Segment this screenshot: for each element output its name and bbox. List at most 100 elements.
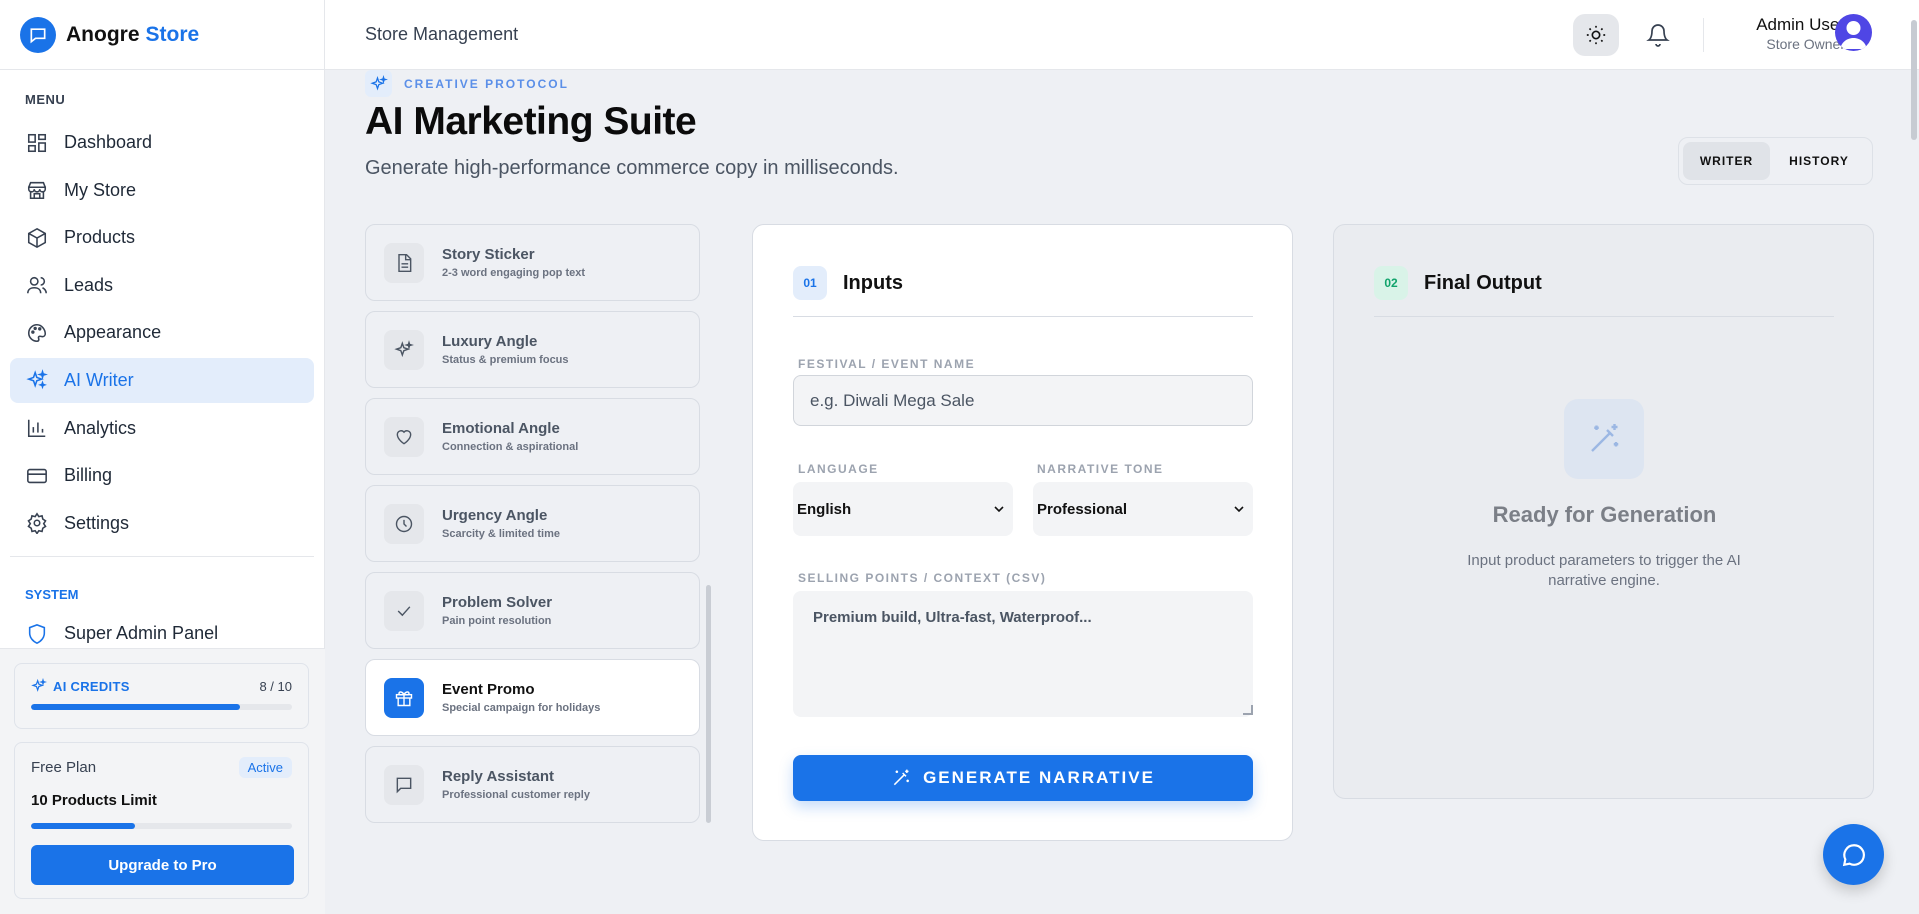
dashboard-icon (27, 133, 47, 152)
language-value: English (797, 500, 852, 518)
sidebar-item-label: Super Admin Panel (64, 623, 219, 643)
credit-card-icon (27, 468, 47, 483)
sidebar-item-label: Appearance (64, 322, 162, 343)
ai-credits-progress (31, 704, 292, 710)
magic-wand-icon (1564, 399, 1644, 479)
bell-icon (1646, 24, 1670, 47)
type-title: Luxury Angle (442, 333, 538, 350)
generate-button[interactable]: GENERATE NARRATIVE (793, 755, 1253, 801)
plan-limit: 10 Products Limit (31, 792, 157, 809)
empty-state-subtitle: Input product parameters to trigger the … (1467, 552, 1741, 589)
event-name-input[interactable] (793, 375, 1253, 426)
type-card-emotional-angle[interactable]: Emotional Angle Connection & aspirational (365, 398, 700, 475)
tone-select[interactable]: Professional (1033, 482, 1253, 536)
chevron-down-icon (1234, 506, 1244, 513)
type-list-scrollbar[interactable] (706, 585, 711, 823)
type-subtitle: Professional customer reply (442, 789, 590, 801)
eyebrow-text: CREATIVE PROTOCOL (404, 76, 569, 91)
sidebar-item-settings[interactable]: Settings (10, 501, 314, 546)
sidebar-item-label: Dashboard (64, 132, 153, 152)
type-card-story-sticker[interactable]: Story Sticker 2-3 word engaging pop text (365, 224, 700, 301)
view-tabs: WRITER HISTORY (1678, 137, 1873, 185)
user-name[interactable]: Admin User (1725, 15, 1845, 35)
ai-credits-progress-fill (31, 704, 240, 710)
tone-label: NARRATIVE TONE (1037, 462, 1164, 476)
type-title: Problem Solver (442, 594, 553, 611)
type-card-luxury-angle[interactable]: Luxury Angle Status & premium focus (365, 311, 700, 388)
page-subtitle: Generate high-performance commerce copy … (365, 157, 899, 179)
sidebar-item-appearance[interactable]: Appearance (10, 310, 314, 355)
sidebar-item-billing[interactable]: Billing (10, 453, 314, 498)
copy-type-list: Story Sticker 2-3 word engaging pop text … (365, 224, 700, 833)
menu-section-label: MENU (25, 92, 66, 107)
tab-writer[interactable]: WRITER (1683, 142, 1770, 180)
textarea-resize-handle[interactable] (1243, 705, 1253, 715)
tab-history[interactable]: HISTORY (1770, 142, 1868, 180)
sidebar-nav: Dashboard My Store Products Leads Appear… (10, 120, 314, 548)
context-textarea[interactable] (793, 591, 1253, 717)
brand[interactable]: Anogre Store (0, 0, 324, 70)
sidebar-divider (10, 556, 314, 557)
output-panel-header: 02 Final Output (1374, 266, 1834, 317)
sidebar-item-products[interactable]: Products (10, 215, 314, 260)
tone-value: Professional (1037, 500, 1128, 518)
type-subtitle: Special campaign for holidays (442, 702, 601, 714)
type-card-reply-assistant[interactable]: Reply Assistant Professional customer rep… (365, 746, 700, 823)
sidebar-item-my-store[interactable]: My Store (10, 168, 314, 213)
chat-icon (1842, 843, 1865, 866)
gift-icon (384, 677, 424, 718)
plan-usage-progress-fill (31, 823, 136, 829)
clock-icon (384, 503, 424, 544)
chevron-down-icon (994, 506, 1004, 513)
sidebar-item-ai-writer[interactable]: AI Writer (10, 357, 314, 403)
notifications-button[interactable] (1637, 14, 1679, 56)
shield-icon (28, 623, 46, 644)
sidebar-item-analytics[interactable]: Analytics (10, 406, 314, 451)
inputs-title: Inputs (843, 272, 903, 294)
type-card-problem-solver[interactable]: Problem Solver Pain point resolution (365, 572, 700, 649)
type-title: Urgency Angle (442, 507, 548, 524)
bar-chart-icon (27, 419, 46, 438)
type-title: Reply Assistant (442, 768, 554, 785)
type-title: Emotional Angle (442, 420, 560, 437)
ai-credits-title: AI CREDITS (31, 678, 130, 694)
sparkles-icon (365, 70, 392, 97)
type-subtitle: Connection & aspirational (442, 441, 579, 453)
chat-support-button[interactable] (1823, 824, 1884, 885)
user-role: Store Owner (1766, 36, 1845, 52)
plan-usage-progress (31, 823, 292, 829)
avatar[interactable] (1835, 14, 1872, 51)
sun-icon (1586, 25, 1606, 45)
type-subtitle: Scarcity & limited time (442, 528, 560, 540)
chat-logo-icon (20, 16, 56, 53)
sidebar-item-label: Billing (64, 465, 113, 486)
type-subtitle: Pain point resolution (442, 615, 552, 627)
sidebar-item-leads[interactable]: Leads (10, 263, 314, 308)
output-title: Final Output (1424, 272, 1542, 294)
plan-card: Free Plan Active 10 Products Limit Upgra… (14, 742, 309, 899)
sidebar: Anogre Store MENU Dashboard My Store Pro… (0, 0, 325, 914)
sidebar-item-label: My Store (64, 179, 137, 200)
page-scrollbar[interactable] (1911, 20, 1917, 140)
sidebar-item-label: Products (64, 227, 136, 248)
palette-icon (28, 323, 47, 342)
type-title: Story Sticker (442, 246, 535, 263)
plan-status-badge: Active (238, 757, 292, 778)
header-divider (1703, 18, 1704, 52)
language-select[interactable]: English (793, 482, 1013, 536)
event-name-label: FESTIVAL / EVENT NAME (798, 357, 976, 371)
top-header: Store Management Admin User Store Owner (325, 0, 1919, 70)
store-icon (27, 181, 47, 200)
sidebar-item-dashboard[interactable]: Dashboard (10, 120, 314, 165)
type-subtitle: 2-3 word engaging pop text (442, 267, 586, 279)
upgrade-button[interactable]: Upgrade to Pro (31, 845, 294, 885)
sparkles-icon (26, 369, 48, 390)
type-card-event-promo[interactable]: Event Promo Special campaign for holidays (365, 659, 700, 736)
ai-credits-label: AI CREDITS (53, 678, 130, 694)
step-badge: 01 (793, 266, 827, 300)
theme-toggle-button[interactable] (1573, 14, 1619, 56)
users-icon (27, 277, 47, 294)
brand-accent: Store (145, 22, 200, 46)
plan-name: Free Plan (31, 759, 97, 776)
type-card-urgency-angle[interactable]: Urgency Angle Scarcity & limited time (365, 485, 700, 562)
